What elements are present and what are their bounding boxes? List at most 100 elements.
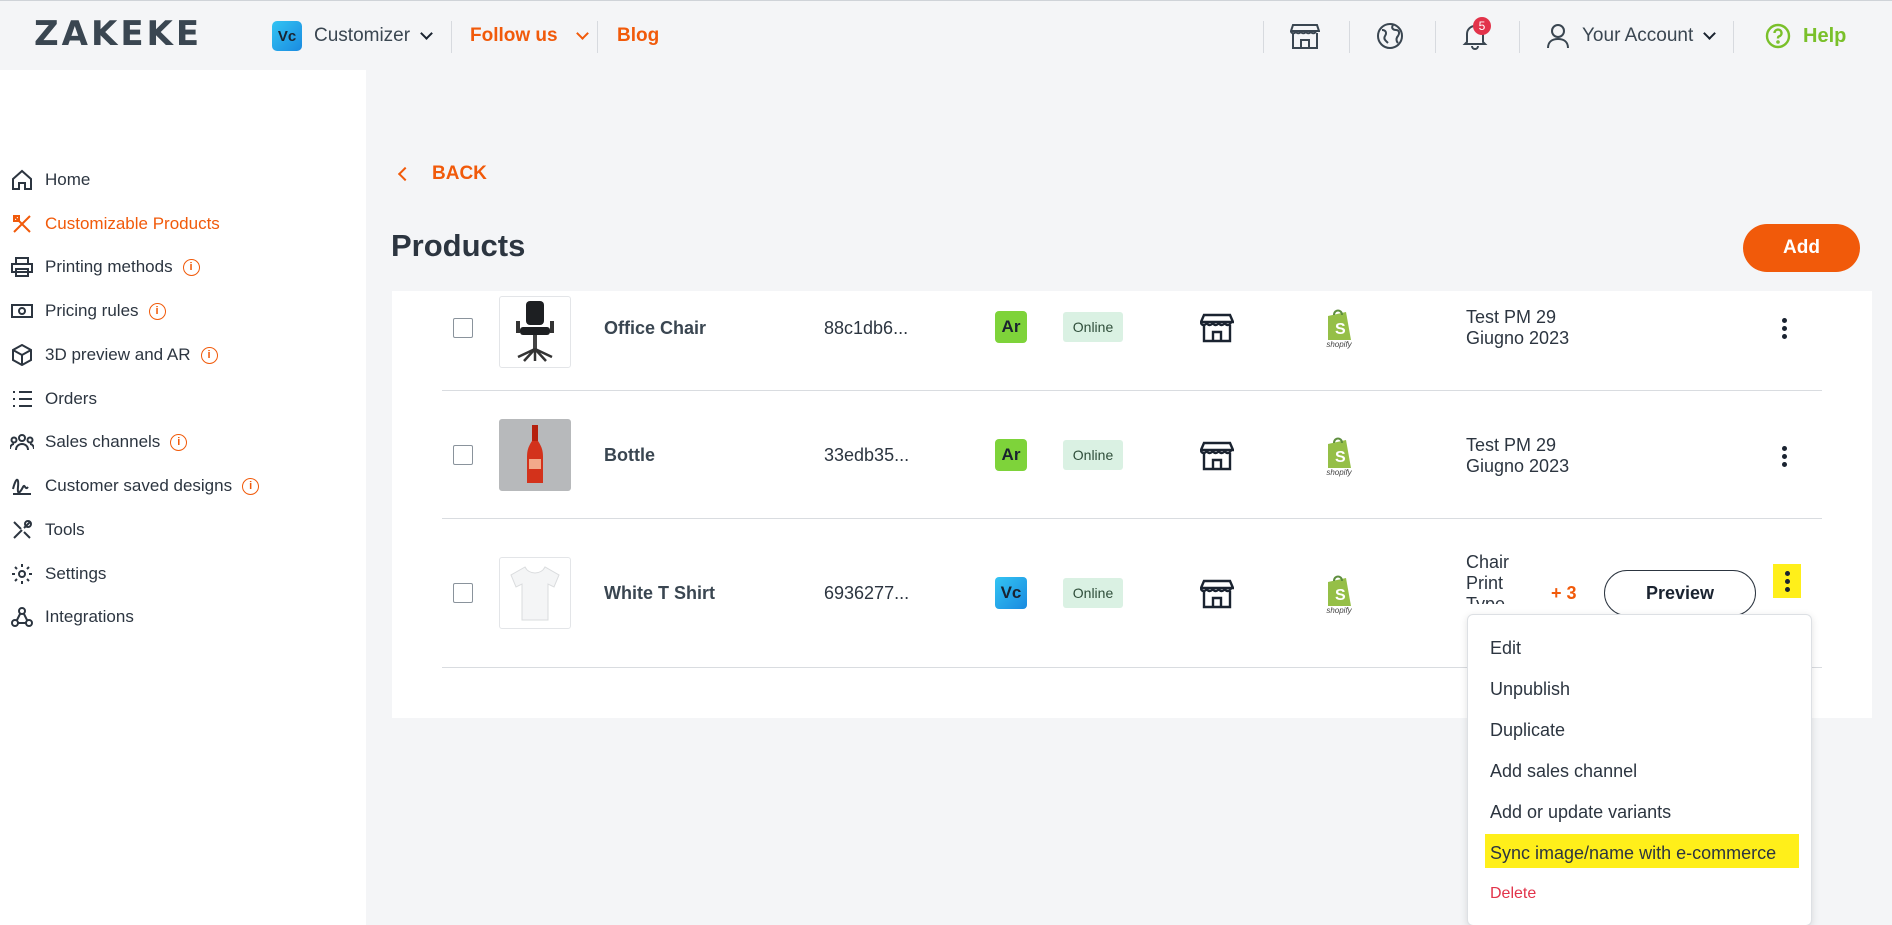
chevron-down-icon (420, 27, 433, 40)
sidebar-item-settings[interactable]: Settings (10, 559, 106, 589)
sidebar-item-label: Home (45, 170, 91, 189)
menu-item-delete[interactable]: Delete (1490, 885, 1536, 903)
add-button[interactable]: Add (1743, 224, 1860, 272)
sidebar-item-label: 3D preview and AR (45, 345, 191, 364)
store-icon (1200, 313, 1234, 343)
info-icon[interactable]: i (170, 433, 188, 451)
account-menu[interactable]: Your Account (1546, 19, 1717, 53)
product-thumbnail (499, 419, 571, 491)
platform-label: shopify (1326, 340, 1352, 349)
user-icon (1547, 24, 1569, 49)
row-menu-button[interactable] (1772, 439, 1796, 473)
status-badge: Online (1063, 312, 1123, 342)
row-menu-button[interactable] (1772, 311, 1796, 345)
blog-link[interactable]: Blog (617, 19, 659, 53)
sidebar-item-sales-channels[interactable]: Sales channels i (10, 427, 188, 457)
more-methods-count[interactable]: + 3 (1551, 583, 1577, 604)
sidebar-item-customizable-products[interactable]: Customizable Products (10, 209, 220, 239)
sidebar-item-home[interactable]: Home (10, 165, 90, 195)
notification-count-badge: 5 (1473, 17, 1491, 35)
vc-badge: Vc (995, 577, 1027, 609)
sidebar-item-integrations[interactable]: Integrations (10, 602, 134, 632)
integrations-icon (10, 605, 34, 629)
printer-icon (10, 255, 34, 279)
language-button[interactable] (1370, 17, 1410, 55)
row-menu-button[interactable] (1773, 564, 1801, 598)
office-chair-image (516, 301, 554, 362)
status-badge: Online (1063, 440, 1123, 470)
info-icon[interactable]: i (148, 302, 166, 320)
status-badge: Online (1063, 578, 1123, 608)
bottle-image (527, 425, 543, 483)
row-checkbox[interactable] (453, 583, 473, 603)
ar-badge: Ar (995, 311, 1027, 343)
text-line: Chair (1466, 552, 1510, 572)
product-id: 6936277... (824, 583, 910, 603)
svg-text:S: S (1335, 587, 1346, 604)
printing-method-text: Chair Print Type (1466, 552, 1509, 604)
app-switcher[interactable]: Vc Customizer (272, 19, 433, 53)
tools-cross-icon (10, 212, 34, 236)
row-actions-menu: Edit Unpublish Duplicate Add sales chann… (1467, 614, 1812, 925)
shopify-icon: S shopify (1322, 572, 1356, 616)
menu-item-unpublish[interactable]: Unpublish (1490, 679, 1570, 700)
gear-icon (10, 562, 34, 586)
table-row: Office Chair 88c1db6... Ar Online S shop… (442, 291, 1822, 391)
notifications-button[interactable]: 5 (1455, 17, 1495, 55)
product-name[interactable]: Office Chair (604, 318, 706, 339)
menu-item-sync-image-name[interactable]: Sync image/name with e-commerce (1490, 843, 1776, 864)
sidebar-item-tools[interactable]: Tools (10, 515, 85, 545)
text-line: Test PM 29 (1466, 307, 1557, 327)
sidebar-item-label: Sales channels (45, 432, 161, 451)
help-button[interactable]: Help (1765, 19, 1846, 53)
sidebar-item-orders[interactable]: Orders (10, 384, 97, 414)
row-checkbox[interactable] (453, 445, 473, 465)
store-icon (1200, 579, 1234, 609)
text-line: Giugno 2023 (1466, 328, 1570, 348)
preview-button[interactable]: Preview (1604, 570, 1756, 616)
menu-item-edit[interactable]: Edit (1490, 638, 1521, 659)
zakeke-logo[interactable]: ZAKEKE (34, 14, 202, 54)
svg-text:S: S (1335, 449, 1346, 466)
menu-item-duplicate[interactable]: Duplicate (1490, 720, 1565, 741)
sidebar-item-label: Settings (45, 564, 107, 583)
back-button[interactable]: BACK (397, 163, 487, 185)
sidebar-item-label: Orders (45, 389, 97, 408)
row-checkbox[interactable] (453, 318, 473, 338)
people-icon (10, 430, 34, 454)
sidebar-item-customer-saved-designs[interactable]: Customer saved designs i (10, 471, 260, 501)
menu-item-add-update-variants[interactable]: Add or update variants (1490, 802, 1671, 823)
follow-us-menu[interactable]: Follow us (470, 19, 589, 53)
home-icon (10, 168, 34, 192)
product-name[interactable]: White T Shirt (604, 583, 715, 604)
account-label: Your Account (1582, 25, 1694, 46)
product-name[interactable]: Bottle (604, 445, 655, 466)
shopify-icon: S shopify (1322, 306, 1356, 350)
printing-method-text: Test PM 29 Giugno 2023 (1466, 435, 1569, 477)
sidebar-item-3d-preview[interactable]: 3D preview and AR i (10, 340, 218, 370)
store-button[interactable] (1285, 17, 1325, 55)
info-icon[interactable]: i (182, 258, 200, 276)
globe-icon (1377, 23, 1403, 49)
platform-label: shopify (1326, 468, 1352, 477)
printing-method-text: Test PM 29 Giugno 2023 (1466, 307, 1569, 349)
info-icon[interactable]: i (200, 346, 218, 364)
chevron-down-icon (575, 27, 589, 40)
sidebar-item-label: Printing methods (45, 257, 173, 276)
store-icon (1200, 441, 1234, 471)
divider (597, 21, 598, 53)
sidebar: Home Customizable Products Printing meth… (0, 70, 366, 925)
product-thumbnail (499, 557, 571, 629)
back-label: BACK (432, 163, 487, 184)
menu-item-add-sales-channel[interactable]: Add sales channel (1490, 761, 1637, 782)
list-icon (10, 387, 34, 411)
help-label: Help (1803, 24, 1847, 47)
sidebar-item-label: Tools (45, 520, 85, 539)
info-icon[interactable]: i (242, 477, 260, 495)
sidebar-item-printing-methods[interactable]: Printing methods i (10, 252, 200, 282)
table-row: Bottle 33edb35... Ar Online S shopify Te… (442, 391, 1822, 519)
shopify-icon: S shopify (1322, 434, 1356, 478)
blog-label: Blog (617, 25, 660, 46)
money-icon (10, 299, 34, 323)
sidebar-item-pricing-rules[interactable]: Pricing rules i (10, 296, 166, 326)
